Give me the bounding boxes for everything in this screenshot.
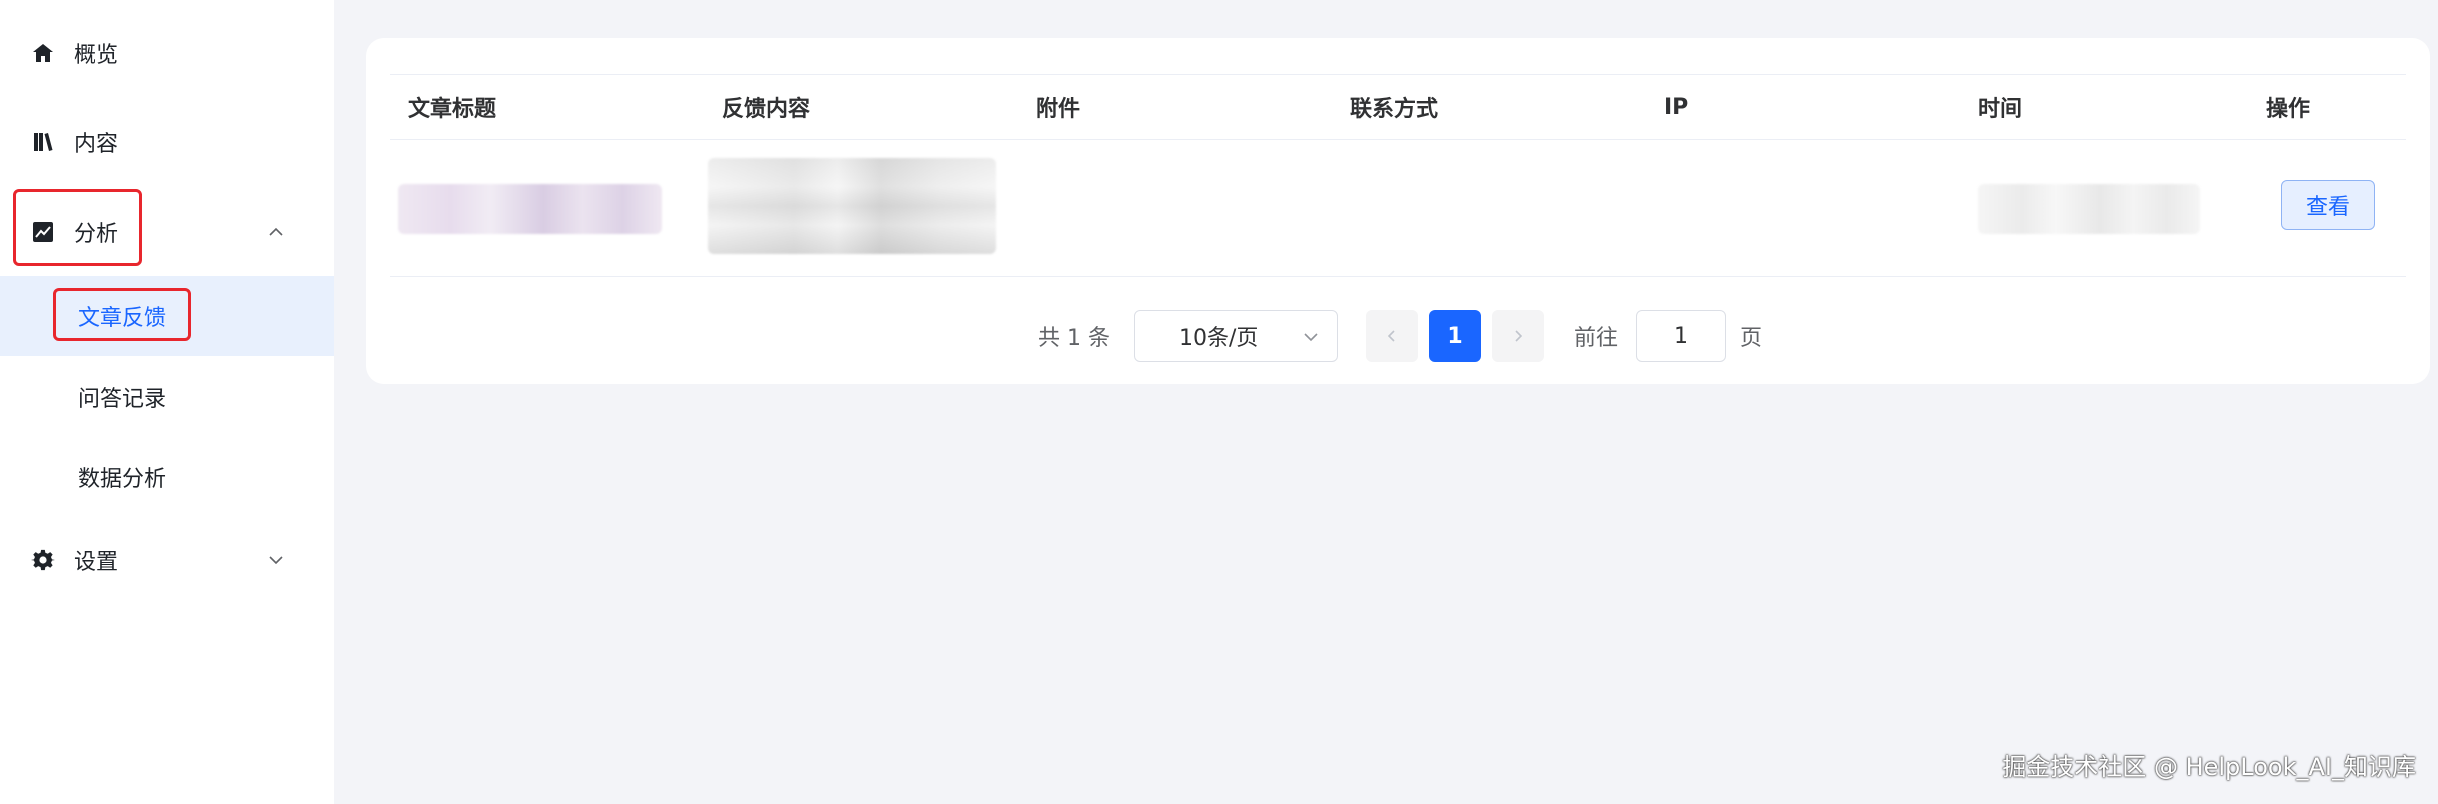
pagination-total: 共 1 条 — [1038, 326, 1110, 351]
sidebar-item-label: 分析 — [74, 222, 119, 247]
gear-icon — [30, 547, 56, 573]
sidebar-item-label: 设置 — [74, 550, 119, 575]
home-icon — [30, 40, 56, 66]
chevron-down-icon — [266, 550, 286, 570]
chevron-right-icon — [1509, 327, 1527, 345]
chart-icon — [30, 219, 56, 245]
page-size-value: 10条/页 — [1179, 326, 1259, 351]
prev-page-button[interactable] — [1366, 310, 1418, 362]
sidebar-item-label: 数据分析 — [78, 467, 167, 492]
sidebar-item-content[interactable]: 内容 — [0, 102, 334, 182]
goto-page-input[interactable] — [1636, 310, 1726, 362]
sidebar-item-analysis[interactable]: 分析 — [0, 192, 334, 272]
feedback-card: 文章标题 反馈内容 附件 联系方式 IP 时间 操作 查看 共 1 条 10条/… — [366, 38, 2430, 384]
sidebar-item-label: 文章反馈 — [78, 306, 167, 331]
sidebar-item-label: 概览 — [74, 43, 119, 68]
redacted-time — [1978, 184, 2200, 234]
table-row: 查看 — [390, 140, 2406, 277]
sidebar: 概览 内容 分析 文章反馈 问答记录 数据分析 设置 — [0, 0, 334, 804]
column-header-contact: 联系方式 — [1350, 97, 1439, 122]
page-size-select[interactable]: 10条/页 — [1134, 310, 1338, 362]
goto-label: 前往 — [1574, 326, 1619, 351]
pagination: 共 1 条 10条/页 1 前往 页 — [366, 310, 2430, 362]
column-header-ip: IP — [1664, 94, 1689, 120]
redacted-article-title — [398, 184, 662, 234]
column-header-actions: 操作 — [2266, 97, 2311, 122]
watermark: 掘金技术社区 @ HelpLook_AI_知识库 — [2002, 753, 2416, 781]
table-header: 文章标题 反馈内容 附件 联系方式 IP 时间 操作 — [390, 74, 2406, 140]
chevron-down-icon — [1301, 327, 1321, 347]
column-header-time: 时间 — [1978, 97, 2023, 122]
sidebar-item-label: 问答记录 — [78, 387, 167, 412]
feedback-table: 文章标题 反馈内容 附件 联系方式 IP 时间 操作 查看 — [390, 74, 2406, 277]
view-button[interactable]: 查看 — [2281, 180, 2375, 230]
sidebar-subitem-qa-records[interactable]: 问答记录 — [0, 357, 334, 437]
sidebar-item-overview[interactable]: 概览 — [0, 13, 334, 93]
sidebar-subitem-article-feedback[interactable]: 文章反馈 — [0, 276, 334, 356]
redacted-feedback-content — [708, 158, 996, 254]
chevron-left-icon — [1383, 327, 1401, 345]
goto-suffix: 页 — [1740, 326, 1763, 351]
chevron-up-icon — [266, 222, 286, 242]
column-header-attachment: 附件 — [1036, 97, 1081, 122]
sidebar-subitem-data-analysis[interactable]: 数据分析 — [0, 437, 334, 517]
next-page-button[interactable] — [1492, 310, 1544, 362]
sidebar-item-label: 内容 — [74, 132, 119, 157]
sidebar-item-settings[interactable]: 设置 — [0, 520, 334, 600]
book-icon — [30, 129, 56, 155]
column-header-feedback-content: 反馈内容 — [722, 97, 811, 122]
column-header-article-title: 文章标题 — [408, 97, 497, 122]
page-number-1[interactable]: 1 — [1429, 310, 1481, 362]
